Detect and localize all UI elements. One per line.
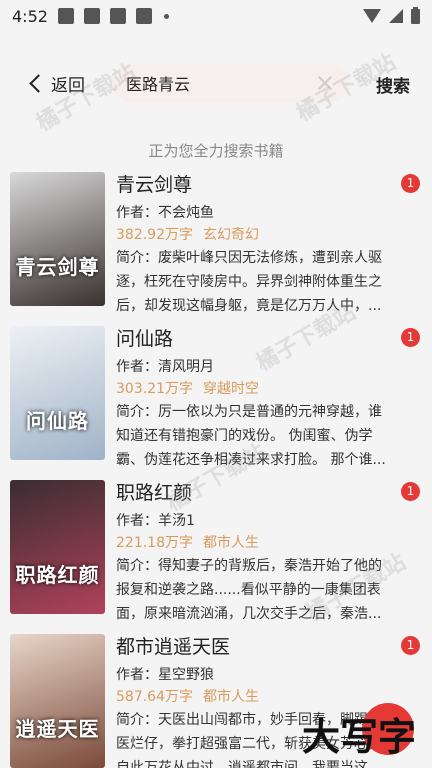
status-bar: 4:52 bbox=[0, 0, 432, 32]
book-info: 问仙路 作者：清风明月 303.21万字 穿越时空 简介：厉一依以为只是普通的元神… bbox=[116, 324, 392, 472]
word-count: 303.21万字 bbox=[116, 381, 193, 397]
back-button[interactable]: 返回 bbox=[24, 66, 85, 100]
word-count: 382.92万字 bbox=[116, 227, 193, 243]
update-badge: 1 bbox=[401, 174, 420, 193]
notification-icon bbox=[57, 8, 74, 24]
book-cover: 逍遥天医 bbox=[10, 634, 105, 768]
update-badge: 1 bbox=[401, 328, 420, 347]
word-count: 587.64万字 bbox=[116, 689, 193, 705]
book-intro: 简介：废柴叶峰只因无法修炼，遭到亲人驱逐，枉死在守陵房中。异界剑神附体重生之后，… bbox=[116, 250, 382, 314]
book-title: 职路红颜 bbox=[116, 482, 193, 504]
update-badge: 1 bbox=[401, 636, 420, 655]
search-status-text: 正为您全力搜索书籍 bbox=[148, 142, 284, 160]
book-list-item[interactable]: 问仙路 问仙路 作者：清风明月 303.21万字 穿越时空 简介：厉一依以为只是普… bbox=[0, 322, 432, 476]
cover-title: 逍遥天医 bbox=[15, 717, 100, 741]
cover-title: 职路红颜 bbox=[15, 563, 100, 587]
notification-icon bbox=[109, 8, 126, 24]
book-cover: 问仙路 bbox=[10, 326, 105, 460]
genre-tag: 都市人生 bbox=[203, 535, 259, 551]
cover-title: 问仙路 bbox=[26, 409, 89, 433]
status-time: 4:52 bbox=[12, 6, 48, 26]
search-box[interactable] bbox=[112, 64, 350, 102]
book-meta: 382.92万字 玄幻奇幻 bbox=[116, 224, 392, 246]
wifi-icon bbox=[363, 9, 381, 23]
battery-icon bbox=[411, 6, 420, 24]
book-meta: 587.64万字 都市人生 bbox=[116, 686, 392, 708]
search-button[interactable]: 搜索 bbox=[376, 72, 410, 97]
book-title: 都市逍遥天医 bbox=[116, 636, 231, 658]
book-list-item[interactable]: 青云剑尊 青云剑尊 作者：不会炖鱼 382.92万字 玄幻奇幻 简介：废柴叶峰只因… bbox=[0, 168, 432, 322]
book-title: 青云剑尊 bbox=[116, 174, 193, 196]
book-info: 青云剑尊 作者：不会炖鱼 382.92万字 玄幻奇幻 简介：废柴叶峰只因无法修炼，… bbox=[116, 170, 392, 318]
book-author: 作者：清风明月 bbox=[116, 359, 214, 375]
clear-icon[interactable] bbox=[316, 74, 334, 92]
genre-tag: 玄幻奇幻 bbox=[203, 227, 259, 243]
word-count: 221.18万字 bbox=[116, 535, 193, 551]
book-list-item[interactable]: 职路红颜 职路红颜 作者：羊汤1 221.18万字 都市人生 简介：得知妻子的背叛… bbox=[0, 476, 432, 630]
book-cover: 青云剑尊 bbox=[10, 172, 105, 306]
search-input[interactable] bbox=[126, 73, 296, 93]
book-info: 职路红颜 作者：羊汤1 221.18万字 都市人生 简介：得知妻子的背叛后，秦浩开… bbox=[116, 478, 392, 626]
book-author: 作者：羊汤1 bbox=[116, 513, 195, 529]
genre-tag: 都市人生 bbox=[203, 689, 259, 705]
book-author: 作者：不会炖鱼 bbox=[116, 205, 214, 221]
notification-icon bbox=[83, 8, 100, 24]
chevron-left-icon bbox=[29, 73, 48, 93]
book-cover: 职路红颜 bbox=[10, 480, 105, 614]
notification-icon bbox=[135, 8, 152, 24]
update-badge: 1 bbox=[401, 482, 420, 501]
signal-icon bbox=[389, 9, 403, 23]
corner-watermark: 大写字 bbox=[302, 715, 417, 759]
search-header: 返回 搜索 bbox=[0, 58, 432, 108]
book-title: 问仙路 bbox=[116, 328, 174, 350]
cover-title: 青云剑尊 bbox=[15, 255, 100, 279]
book-author: 作者：星空野狼 bbox=[116, 667, 214, 683]
book-intro: 简介：厉一依以为只是普通的元神穿越，谁知道还有错抱豪门的戏份。 伪闺蜜、伪学霸、… bbox=[116, 404, 386, 468]
book-list: 青云剑尊 青云剑尊 作者：不会炖鱼 382.92万字 玄幻奇幻 简介：废柴叶峰只因… bbox=[0, 168, 432, 768]
book-meta: 303.21万字 穿越时空 bbox=[116, 378, 392, 400]
more-notifications-icon bbox=[163, 13, 169, 19]
book-intro: 简介：得知妻子的背叛后，秦浩开始了他的报复和逆袭之路......看似平静的一康集… bbox=[116, 558, 382, 622]
genre-tag: 穿越时空 bbox=[203, 381, 259, 397]
book-meta: 221.18万字 都市人生 bbox=[116, 532, 392, 554]
back-label: 返回 bbox=[51, 75, 85, 96]
